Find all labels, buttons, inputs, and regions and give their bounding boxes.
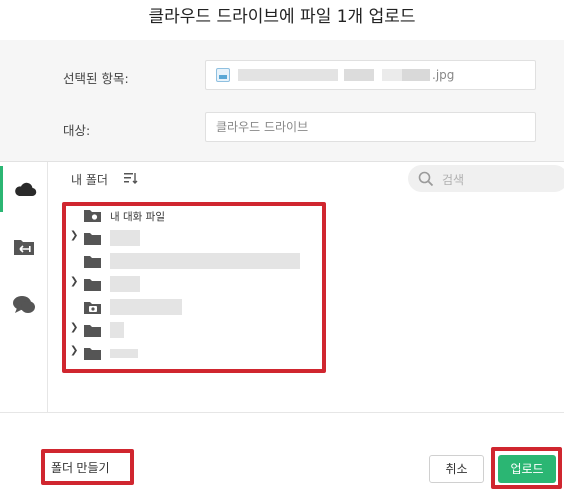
sidebar-item-transfer[interactable] bbox=[0, 224, 47, 270]
search-icon bbox=[418, 171, 434, 190]
sidebar-item-chat[interactable] bbox=[0, 282, 47, 328]
folder-list-highlight bbox=[62, 202, 326, 373]
image-file-icon bbox=[216, 68, 230, 82]
search-input[interactable]: 검색 bbox=[408, 165, 564, 192]
sort-icon[interactable] bbox=[124, 171, 138, 188]
chat-icon bbox=[12, 296, 35, 313]
upload-form: 선택된 항목: .jpg 대상: 클라우드 드라이브 bbox=[0, 40, 564, 162]
my-folder-label: 내 폴더 bbox=[71, 173, 108, 187]
upload-highlight bbox=[491, 447, 562, 489]
search-placeholder: 검색 bbox=[442, 173, 465, 187]
redacted-filename bbox=[238, 69, 338, 81]
selected-items-label: 선택된 항목: bbox=[63, 71, 129, 86]
selected-file-field: .jpg bbox=[205, 60, 536, 90]
target-field: 클라우드 드라이브 bbox=[205, 112, 536, 142]
file-extension: .jpg bbox=[432, 68, 455, 82]
new-folder-highlight bbox=[41, 449, 134, 485]
sidebar-item-cloud[interactable] bbox=[0, 166, 47, 212]
cancel-button[interactable]: 취소 bbox=[429, 455, 484, 483]
target-label: 대상: bbox=[63, 123, 91, 138]
cloud-icon bbox=[15, 182, 37, 197]
sidebar bbox=[0, 162, 48, 412]
transfer-folder-icon bbox=[13, 240, 34, 255]
dialog-title: 클라우드 드라이브에 파일 1개 업로드 bbox=[0, 0, 564, 40]
